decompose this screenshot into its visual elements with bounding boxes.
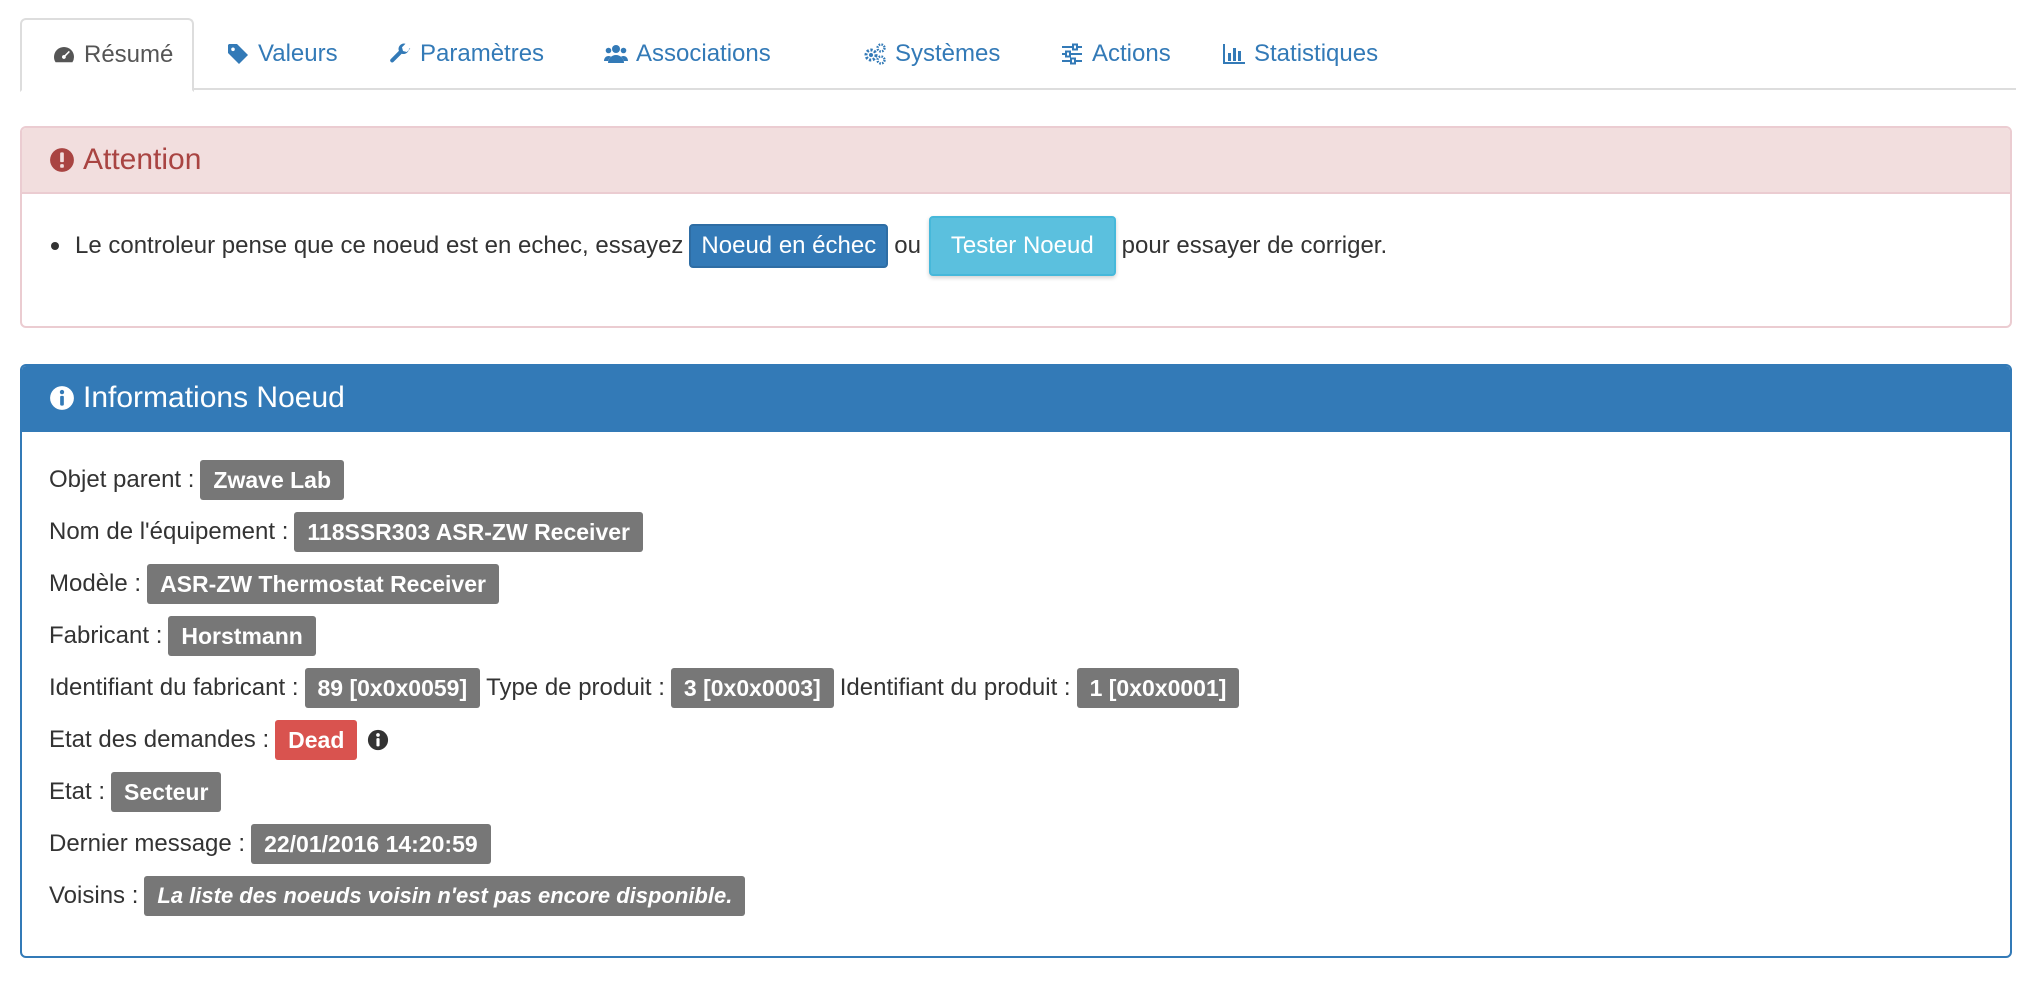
ids-row: Identifiant du fabricant : 89 [0x0x0059]… xyxy=(49,662,1983,714)
tab-parametres[interactable]: Paramètres xyxy=(358,18,574,90)
state-label: Etat : xyxy=(49,778,106,805)
tab-actions[interactable]: Actions xyxy=(1030,18,1201,90)
tab-associations[interactable]: Associations xyxy=(574,18,801,90)
manufacturer-label: Fabricant : xyxy=(49,622,163,649)
last-message-row: Dernier message : 22/01/2016 14:20:59 xyxy=(49,818,1983,870)
manufacturer-id-value: 89 [0x0x0059] xyxy=(304,668,481,708)
gears-icon xyxy=(864,43,886,65)
tab-label: Actions xyxy=(1092,40,1171,67)
info-panel: Informations Noeud Objet parent : Zwave … xyxy=(20,364,2012,958)
alert-message: Le controleur pense que ce noeud est en … xyxy=(49,216,1983,276)
bar-chart-icon xyxy=(1223,44,1245,64)
tab-label: Valeurs xyxy=(258,40,338,67)
sliders-icon xyxy=(1062,43,1082,65)
tab-bar: Résumé Valeurs Paramètres Associations S… xyxy=(20,18,2016,92)
alert-text-before: Le controleur pense que ce noeud est en … xyxy=(75,232,684,259)
tab-label: Systèmes xyxy=(895,40,1001,67)
parent-value: Zwave Lab xyxy=(200,460,345,500)
model-row: Modèle : ASR-ZW Thermostat Receiver xyxy=(49,558,1983,610)
query-state-row: Etat des demandes : Dead xyxy=(49,714,1983,766)
tab-label: Paramètres xyxy=(420,40,545,67)
tag-icon xyxy=(228,44,248,64)
info-circle-icon[interactable] xyxy=(367,729,389,751)
manufacturer-id-label: Identifiant du fabricant : xyxy=(49,674,299,701)
product-id-label: Identifiant du produit : xyxy=(839,674,1071,701)
info-header: Informations Noeud xyxy=(22,366,2010,432)
tab-label: Statistiques xyxy=(1254,40,1379,67)
info-title: Informations Noeud xyxy=(83,381,345,414)
tab-statistiques[interactable]: Statistiques xyxy=(1192,18,1408,90)
product-id-value: 1 [0x0x0001] xyxy=(1076,668,1240,708)
tab-systemes[interactable]: Systèmes xyxy=(833,18,1030,90)
parent-label: Objet parent : xyxy=(49,466,195,493)
tab-valeurs[interactable]: Valeurs xyxy=(196,18,368,90)
neighbors-row: Voisins : La liste des noeuds voisin n'e… xyxy=(49,870,1983,922)
query-state-badge: Dead xyxy=(275,720,358,760)
tab-label: Résumé xyxy=(84,41,174,68)
last-message-value: 22/01/2016 14:20:59 xyxy=(251,824,491,864)
equipment-value: 118SSR303 ASR-ZW Receiver xyxy=(294,512,643,552)
query-state-label: Etat des demandes : xyxy=(49,726,270,753)
manufacturer-value: Horstmann xyxy=(168,616,316,656)
alert-panel: Attention Le controleur pense que ce noe… xyxy=(20,126,2012,328)
neighbors-value: La liste des noeuds voisin n'est pas enc… xyxy=(144,876,746,916)
product-type-value: 3 [0x0x0003] xyxy=(670,668,834,708)
neighbors-label: Voisins : xyxy=(49,882,139,909)
dashboard-icon xyxy=(54,47,74,63)
alert-body: Le controleur pense que ce noeud est en … xyxy=(22,194,2010,298)
test-node-button[interactable]: Tester Noeud xyxy=(928,216,1116,276)
manufacturer-row: Fabricant : Horstmann xyxy=(49,610,1983,662)
bullet xyxy=(51,242,59,250)
wrench-icon xyxy=(390,43,411,63)
equipment-label: Nom de l'équipement : xyxy=(49,518,289,545)
product-type-label: Type de produit : xyxy=(486,674,665,701)
state-row: Etat : Secteur xyxy=(49,766,1983,818)
exclamation-circle-icon xyxy=(50,148,74,172)
node-failed-button[interactable]: Noeud en échec xyxy=(689,224,889,268)
equipment-row: Nom de l'équipement : 118SSR303 ASR-ZW R… xyxy=(49,506,1983,558)
tab-label: Associations xyxy=(636,40,771,67)
parent-row: Objet parent : Zwave Lab xyxy=(49,454,1983,506)
model-value: ASR-ZW Thermostat Receiver xyxy=(147,564,499,604)
alert-header: Attention xyxy=(22,128,2010,194)
users-icon xyxy=(604,45,628,63)
alert-text-or: ou xyxy=(894,232,921,259)
state-value: Secteur xyxy=(111,772,222,812)
info-circle-icon xyxy=(50,386,74,410)
info-body: Objet parent : Zwave Lab Nom de l'équipe… xyxy=(22,432,2010,922)
alert-text-after: pour essayer de corriger. xyxy=(1121,232,1388,259)
model-label: Modèle : xyxy=(49,570,142,597)
last-message-label: Dernier message : xyxy=(49,830,246,857)
tab-resume[interactable]: Résumé xyxy=(20,18,194,92)
alert-title: Attention xyxy=(83,143,202,176)
